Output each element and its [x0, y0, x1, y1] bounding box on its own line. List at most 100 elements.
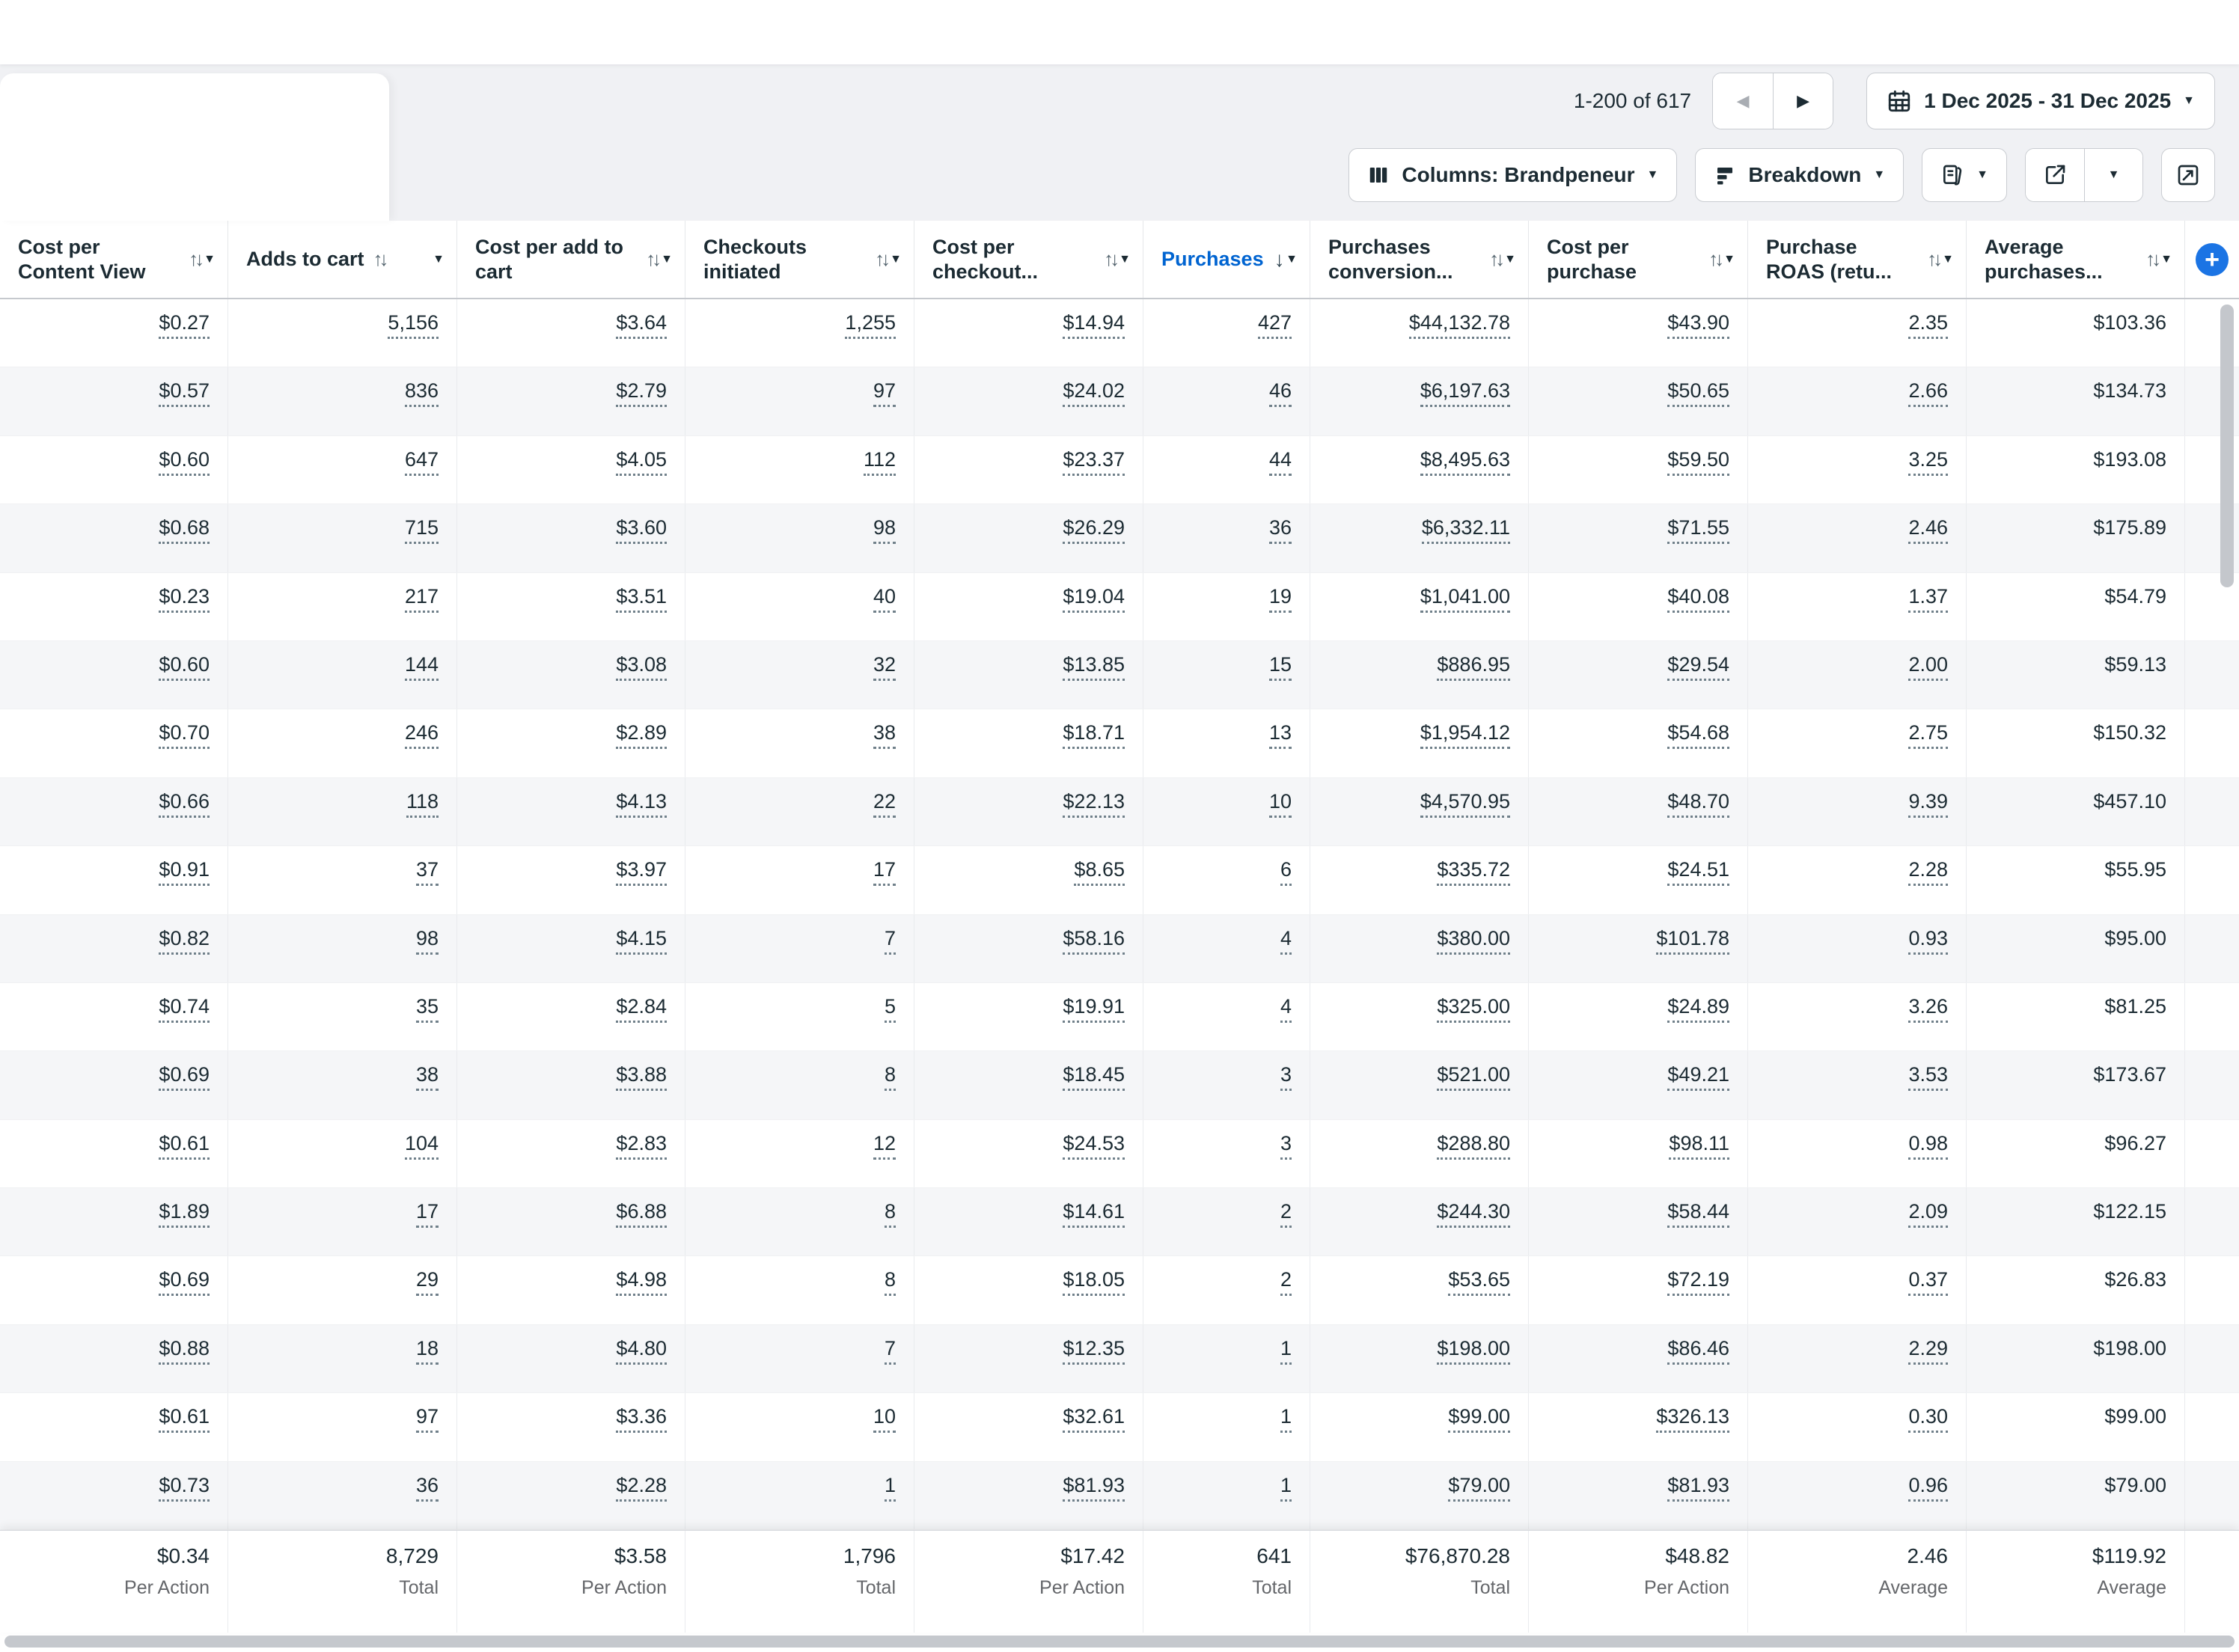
table-cell[interactable]: 5 — [685, 983, 914, 1050]
table-cell[interactable]: $26.83 — [1967, 1256, 2185, 1324]
table-cell[interactable]: 3 — [1143, 1120, 1310, 1187]
table-cell[interactable]: 2.29 — [1748, 1325, 1967, 1392]
table-cell[interactable]: $18.05 — [914, 1256, 1143, 1324]
table-cell[interactable]: $326.13 — [1529, 1393, 1748, 1460]
table-cell[interactable]: 3.53 — [1748, 1051, 1967, 1119]
table-cell[interactable]: $81.93 — [914, 1462, 1143, 1529]
date-range-button[interactable]: 1 Dec 2025 - 31 Dec 2025 ▼ — [1866, 73, 2215, 129]
table-cell[interactable]: 97 — [685, 367, 914, 435]
sort-descending-icon[interactable]: ↓ — [1274, 247, 1285, 272]
table-cell[interactable]: 1 — [1143, 1462, 1310, 1529]
table-cell[interactable]: 647 — [228, 436, 457, 504]
table-cell[interactable]: $198.00 — [1967, 1325, 2185, 1392]
table-cell[interactable]: 15 — [1143, 641, 1310, 709]
table-cell[interactable]: $13.85 — [914, 641, 1143, 709]
table-cell[interactable]: 715 — [228, 504, 457, 572]
table-cell[interactable]: 2.75 — [1748, 709, 1967, 777]
table-cell[interactable]: $23.37 — [914, 436, 1143, 504]
table-cell[interactable]: $14.61 — [914, 1188, 1143, 1255]
table-cell[interactable]: $2.84 — [457, 983, 685, 1050]
table-cell[interactable]: $2.89 — [457, 709, 685, 777]
table-cell[interactable]: $18.45 — [914, 1051, 1143, 1119]
table-cell[interactable]: 12 — [685, 1120, 914, 1187]
chevron-down-icon[interactable]: ▼ — [1723, 254, 1735, 266]
table-cell[interactable]: 427 — [1143, 299, 1310, 367]
table-cell[interactable]: 10 — [1143, 778, 1310, 845]
table-cell[interactable]: $0.60 — [0, 641, 228, 709]
table-cell[interactable]: $0.60 — [0, 436, 228, 504]
table-cell[interactable]: $3.60 — [457, 504, 685, 572]
table-cell[interactable]: $0.61 — [0, 1393, 228, 1460]
sort-icon[interactable]: ↑↓ — [189, 247, 204, 272]
table-cell[interactable]: 2.35 — [1748, 299, 1967, 367]
sort-icon[interactable]: ↑↓ — [1708, 247, 1723, 272]
table-cell[interactable]: $29.54 — [1529, 641, 1748, 709]
table-cell[interactable]: 17 — [228, 1188, 457, 1255]
table-cell[interactable]: $0.27 — [0, 299, 228, 367]
table-cell[interactable]: 2.00 — [1748, 641, 1967, 709]
table-cell[interactable]: $54.79 — [1967, 573, 2185, 640]
table-cell[interactable]: $4.80 — [457, 1325, 685, 1392]
table-cell[interactable]: $3.88 — [457, 1051, 685, 1119]
table-cell[interactable]: $12.35 — [914, 1325, 1143, 1392]
table-cell[interactable]: $175.89 — [1967, 504, 2185, 572]
reports-button[interactable]: ▼ — [1922, 148, 2007, 202]
table-cell[interactable]: $55.95 — [1967, 846, 2185, 914]
table-cell[interactable]: $44,132.78 — [1310, 299, 1529, 367]
table-cell[interactable]: $3.36 — [457, 1393, 685, 1460]
table-cell[interactable]: $14.94 — [914, 299, 1143, 367]
table-cell[interactable]: $59.50 — [1529, 436, 1748, 504]
table-cell[interactable]: 836 — [228, 367, 457, 435]
table-cell[interactable]: $4.13 — [457, 778, 685, 845]
table-cell[interactable]: $4,570.95 — [1310, 778, 1529, 845]
table-cell[interactable]: $99.00 — [1310, 1393, 1529, 1460]
horizontal-scrollbar[interactable] — [4, 1636, 2235, 1648]
table-cell[interactable]: 0.98 — [1748, 1120, 1967, 1187]
table-cell[interactable]: 2.66 — [1748, 367, 1967, 435]
table-cell[interactable]: $53.65 — [1310, 1256, 1529, 1324]
add-column-button[interactable]: + — [2196, 243, 2229, 276]
table-cell[interactable]: $198.00 — [1310, 1325, 1529, 1392]
table-cell[interactable]: $2.79 — [457, 367, 685, 435]
table-cell[interactable]: 0.37 — [1748, 1256, 1967, 1324]
table-cell[interactable]: 7 — [685, 915, 914, 982]
table-cell[interactable]: $8,495.63 — [1310, 436, 1529, 504]
table-cell[interactable]: $32.61 — [914, 1393, 1143, 1460]
column-header-checkouts-initiated[interactable]: Checkouts initiated ↑↓ ▼ — [685, 221, 914, 298]
table-cell[interactable]: 38 — [228, 1051, 457, 1119]
sort-icon[interactable]: ↑↓ — [373, 247, 388, 272]
sort-icon[interactable]: ↑↓ — [1104, 247, 1119, 272]
table-cell[interactable]: 2 — [1143, 1188, 1310, 1255]
chevron-down-icon[interactable]: ▼ — [661, 254, 673, 266]
table-cell[interactable]: $2.83 — [457, 1120, 685, 1187]
table-cell[interactable]: $244.30 — [1310, 1188, 1529, 1255]
table-cell[interactable]: $6,197.63 — [1310, 367, 1529, 435]
table-cell[interactable]: $4.05 — [457, 436, 685, 504]
table-cell[interactable]: $2.28 — [457, 1462, 685, 1529]
table-cell[interactable]: 18 — [228, 1325, 457, 1392]
column-header-cost-per-purchase[interactable]: Cost per purchase ↑↓ ▼ — [1529, 221, 1748, 298]
table-cell[interactable]: $19.91 — [914, 983, 1143, 1050]
table-cell[interactable]: $98.11 — [1529, 1120, 1748, 1187]
table-cell[interactable]: $4.98 — [457, 1256, 685, 1324]
table-cell[interactable]: 246 — [228, 709, 457, 777]
table-cell[interactable]: $22.13 — [914, 778, 1143, 845]
table-cell[interactable]: 46 — [1143, 367, 1310, 435]
table-cell[interactable]: $19.04 — [914, 573, 1143, 640]
table-cell[interactable]: $3.51 — [457, 573, 685, 640]
table-cell[interactable]: $49.21 — [1529, 1051, 1748, 1119]
column-header-purchases[interactable]: Purchases ↓ ▼ — [1143, 221, 1310, 298]
column-header-cost-per-add-to-cart[interactable]: Cost per add to cart ↑↓ ▼ — [457, 221, 685, 298]
table-cell[interactable]: 5,156 — [228, 299, 457, 367]
table-cell[interactable]: $4.15 — [457, 915, 685, 982]
table-cell[interactable]: 4 — [1143, 915, 1310, 982]
table-cell[interactable]: 0.96 — [1748, 1462, 1967, 1529]
table-cell[interactable]: 29 — [228, 1256, 457, 1324]
table-cell[interactable]: $0.57 — [0, 367, 228, 435]
columns-button[interactable]: Columns: Brandpeneur ▼ — [1348, 148, 1677, 202]
table-cell[interactable]: $193.08 — [1967, 436, 2185, 504]
table-cell[interactable]: 144 — [228, 641, 457, 709]
table-cell[interactable]: $18.71 — [914, 709, 1143, 777]
table-cell[interactable]: 1 — [1143, 1393, 1310, 1460]
chevron-down-icon[interactable]: ▼ — [204, 254, 216, 266]
